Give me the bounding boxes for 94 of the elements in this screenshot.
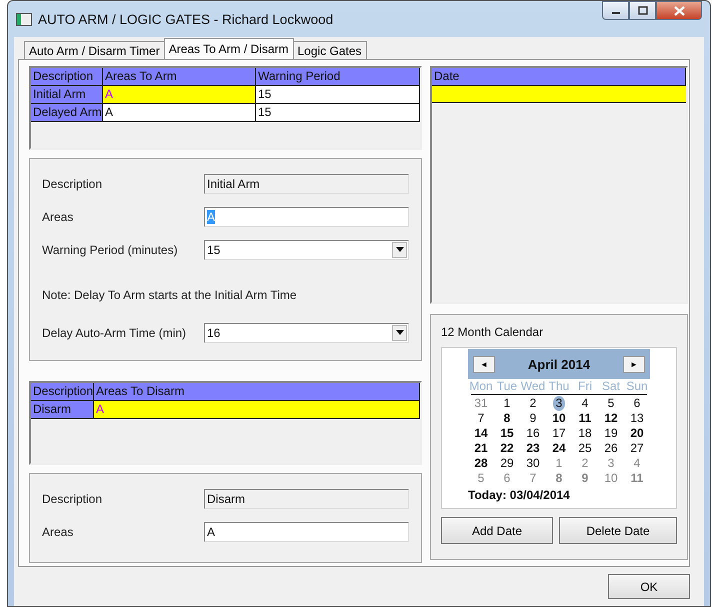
column-header: Warning Period [256,68,420,85]
row-header[interactable]: Delayed Arm [31,104,103,121]
table-cell[interactable]: 15 [256,104,420,121]
warning-period-dropdown[interactable]: 15 [204,240,409,260]
field-label: Areas [42,210,74,224]
calendar-day[interactable]: 30 [523,456,543,471]
calendar-day[interactable]: 5 [604,396,618,411]
calendar-day[interactable]: 3 [552,396,566,411]
calendar-day[interactable]: 10 [601,471,621,486]
date-button[interactable]: Delete Date [559,517,677,544]
table-row[interactable] [432,86,686,103]
field-label: Description [42,492,104,506]
weekday-label: Sat [600,379,621,393]
calendar-day[interactable]: 4 [578,396,592,411]
calendar-day[interactable]: 14 [471,426,491,441]
calendar-day[interactable]: 5 [474,471,488,486]
calendar-day[interactable]: 1 [552,456,566,471]
weekday-label: Tue [496,379,518,393]
calendar-day[interactable]: 17 [549,426,569,441]
row-header[interactable]: Initial Arm [31,86,103,103]
calendar-day[interactable]: 13 [627,411,647,426]
next-month-button[interactable]: ► [623,356,645,372]
maximize-button[interactable] [629,1,656,20]
table-cell[interactable]: A [103,104,256,121]
note-text: Note: Delay To Arm starts at the Initial Arm Time [42,288,298,302]
calendar-title: 12 Month Calendar [441,325,544,339]
calendar-day[interactable]: 31 [471,396,491,411]
ok-button[interactable]: OK [608,574,690,599]
calendar-day[interactable]: 6 [500,471,514,486]
table-cell[interactable]: A [94,401,420,418]
column-header: Date [432,68,686,85]
calendar-day[interactable]: 4 [630,456,644,471]
previous-month-button[interactable]: ◄ [473,356,495,372]
calendar-day[interactable]: 18 [575,426,595,441]
delay-time-dropdown[interactable]: 16 [204,322,409,342]
field-label: Areas [42,524,74,538]
calendar-day[interactable]: 12 [601,411,621,426]
tab[interactable]: Areas To Arm / Disarm [164,38,294,59]
close-button[interactable] [656,1,702,20]
calendar-day[interactable]: 21 [471,441,491,456]
weekday-label: Thu [548,379,570,393]
calendar-day[interactable]: 10 [549,411,569,426]
today-link[interactable]: Today: 03/04/2014 [468,488,650,502]
field-label: Description [42,176,104,190]
calendar-day[interactable]: 29 [497,456,517,471]
column-header: Description [31,68,103,85]
calendar-day[interactable]: 22 [497,441,517,456]
weekday-label: Fri [577,379,593,393]
calendar-day[interactable]: 20 [627,426,647,441]
maximize-icon [638,6,648,15]
calendar-day[interactable]: 8 [552,471,566,486]
calendar-day[interactable]: 24 [549,441,569,456]
calendar-day[interactable]: 11 [576,411,594,426]
window-icon [16,12,32,26]
calendar-day[interactable]: 28 [471,456,491,471]
description-field: Initial Arm [204,174,409,194]
description-field: Disarm [204,488,409,508]
window-title: AUTO ARM / LOGIC GATES - Richard Lockwood [38,12,334,26]
column-header: Areas To Arm [103,68,256,85]
calendar-day[interactable]: 6 [630,396,644,411]
calendar-day[interactable]: 26 [601,441,621,456]
calendar-day[interactable]: 25 [575,441,595,456]
field-label: Delay Auto-Arm Time (min) [42,326,188,340]
calendar-day[interactable]: 19 [601,426,621,441]
calendar-day[interactable]: 7 [526,471,540,486]
close-icon [674,6,684,16]
calendar-day[interactable]: 9 [578,471,592,486]
calendar-day[interactable]: 27 [627,441,647,456]
row-header[interactable]: Disarm [31,401,94,418]
column-header: Areas To Disarm [94,383,420,400]
column-header: Description [31,383,94,400]
tab[interactable]: Logic Gates [292,41,367,59]
date-button[interactable]: Add Date [441,517,553,544]
table-cell[interactable]: A [103,86,256,103]
calendar-day[interactable]: 8 [500,411,514,426]
calendar-day[interactable]: 2 [578,456,592,471]
calendar-day[interactable]: 15 [497,426,517,441]
calendar-day[interactable]: 9 [526,411,540,426]
calendar-day[interactable]: 23 [523,441,543,456]
calendar-day[interactable]: 16 [523,426,543,441]
weekday-label: Wed [520,379,546,393]
calendar-day[interactable]: 11 [628,471,646,486]
calendar-day[interactable]: 1 [500,396,514,411]
weekday-label: Sun [625,379,649,393]
weekday-label: Mon [468,379,494,393]
calendar-day[interactable]: 2 [526,396,540,411]
table-cell[interactable]: 15 [256,86,420,103]
calendar-day[interactable]: 7 [474,411,488,426]
minimize-button[interactable] [602,1,629,20]
areas-field[interactable]: A [204,522,409,542]
field-label: Warning Period (minutes) [42,242,179,256]
calendar-day[interactable]: 3 [604,456,618,471]
month-title: April 2014 [528,356,590,372]
tab[interactable]: Auto Arm / Disarm Timer [24,41,165,59]
